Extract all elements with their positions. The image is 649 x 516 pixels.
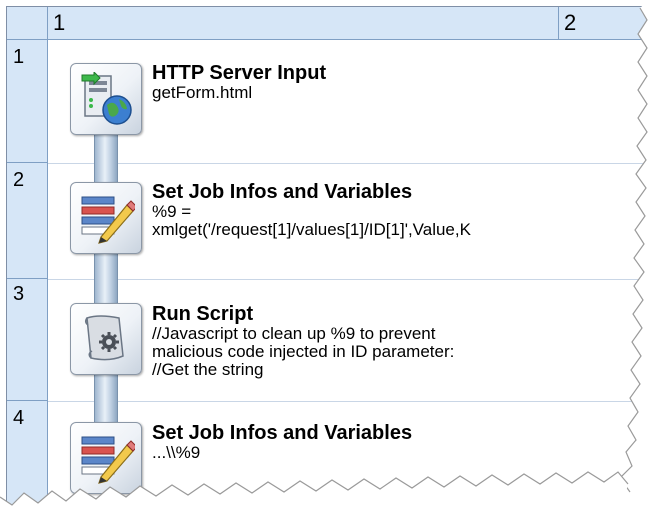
torn-edge-decoration bbox=[0, 0, 649, 516]
process-designer-canvas: 1 2 1 2 3 4 HTTP Server Input getForm.ht… bbox=[0, 0, 649, 516]
